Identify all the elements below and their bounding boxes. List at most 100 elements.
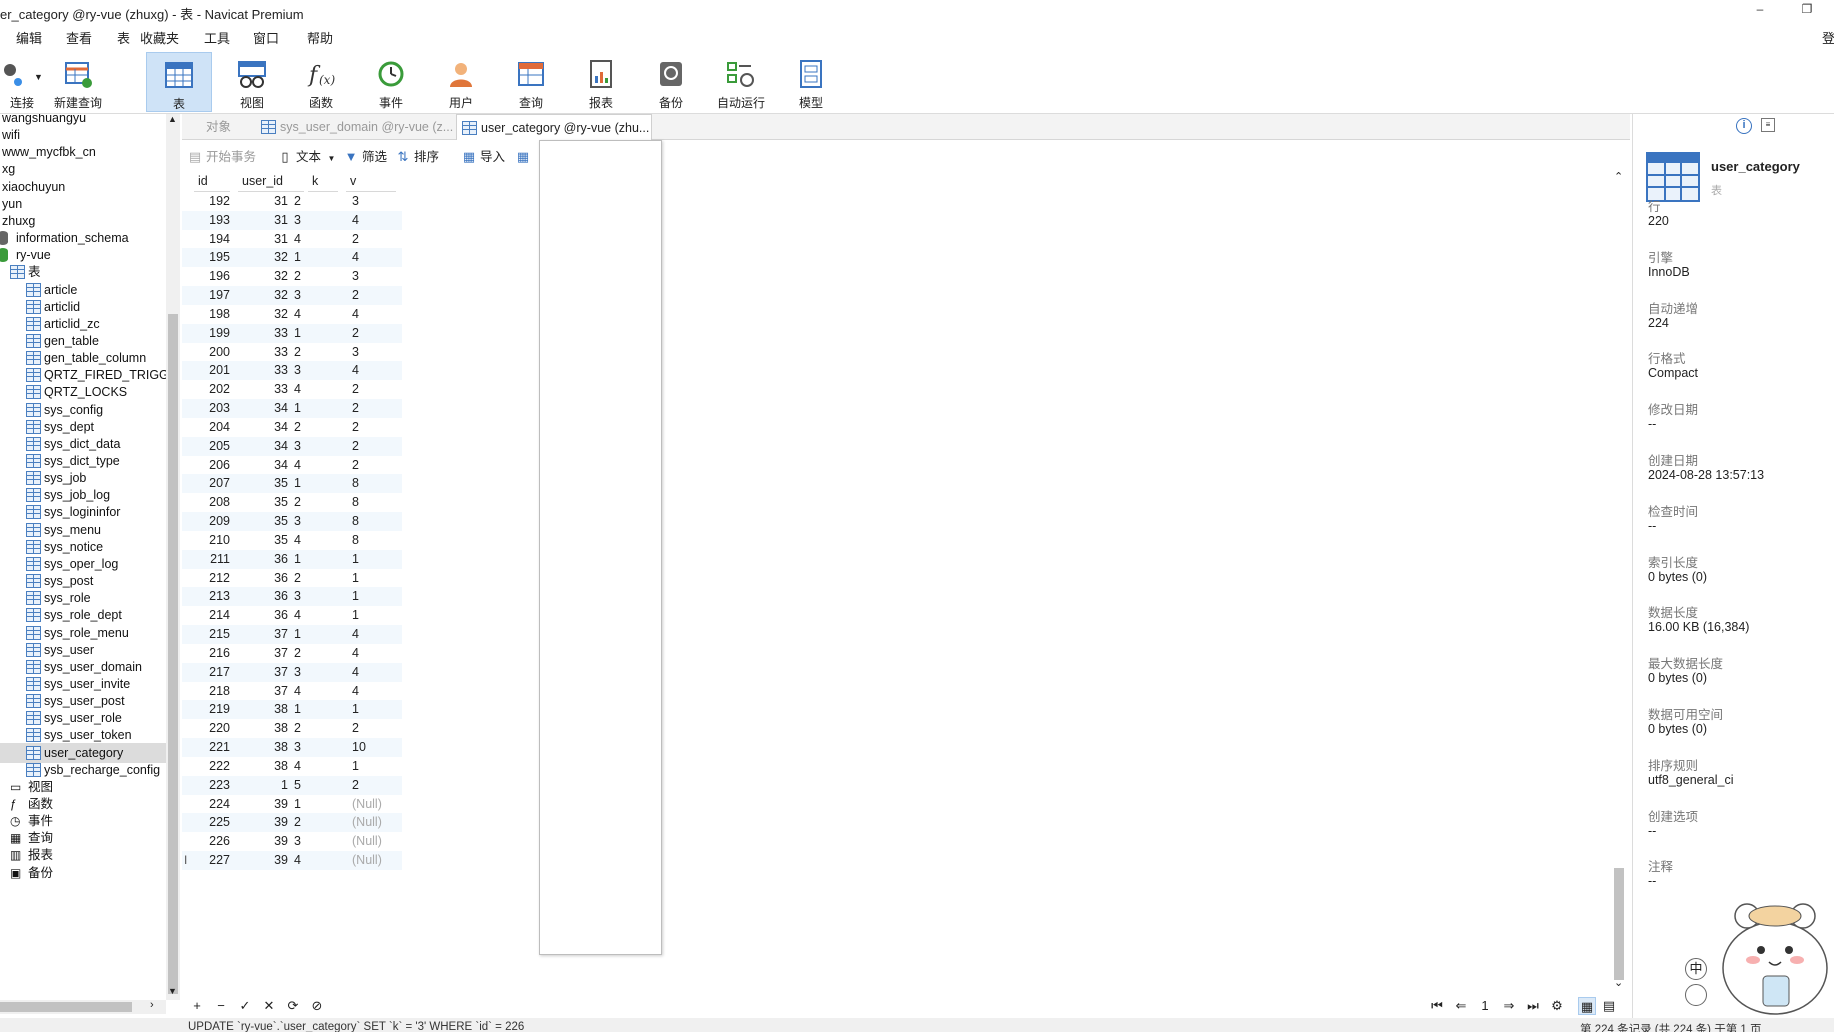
table-row[interactable]: 219 38 1 1 <box>182 700 402 720</box>
cell-k[interactable]: 4 <box>294 606 324 625</box>
cell-k[interactable]: 4 <box>294 851 324 870</box>
table-row[interactable]: 201 33 3 4 <box>182 361 402 381</box>
cell-id[interactable]: 217 <box>194 663 230 682</box>
cell-v[interactable]: (Null) <box>352 832 392 851</box>
cell-k[interactable]: 4 <box>294 380 324 399</box>
tree-folder-5[interactable]: ▣ 备份 <box>0 863 166 883</box>
scroll-up-icon[interactable]: ⌃ <box>1614 170 1623 183</box>
grid-scroll-thumb[interactable] <box>1614 868 1624 980</box>
scroll-down-icon[interactable]: ▼ <box>168 986 177 996</box>
cell-k[interactable]: 2 <box>294 493 324 512</box>
table-row[interactable]: 217 37 3 4 <box>182 662 402 682</box>
cell-id[interactable]: 225 <box>194 813 230 832</box>
cell-user-id[interactable]: 36 <box>238 606 288 625</box>
page-number[interactable]: 1 <box>1476 997 1494 1015</box>
export-button[interactable]: ▦ <box>516 148 534 166</box>
cell-k[interactable]: 3 <box>294 286 324 305</box>
cell-user-id[interactable]: 33 <box>238 343 288 362</box>
cell-k[interactable]: 2 <box>294 192 324 211</box>
column-header-v[interactable]: v <box>346 170 396 192</box>
cell-v[interactable]: 2 <box>352 719 392 738</box>
cell-user-id[interactable]: 33 <box>238 380 288 399</box>
cell-id[interactable]: 222 <box>194 757 230 776</box>
cell-user-id[interactable]: 35 <box>238 474 288 493</box>
cell-id[interactable]: 218 <box>194 682 230 701</box>
cell-id[interactable]: 197 <box>194 286 230 305</box>
cell-user-id[interactable]: 37 <box>238 625 288 644</box>
table-row[interactable]: 215 37 1 4 <box>182 625 402 644</box>
cell-user-id[interactable]: 36 <box>238 550 288 569</box>
cell-v[interactable]: 1 <box>352 757 392 776</box>
cell-id[interactable]: 198 <box>194 305 230 324</box>
cell-v[interactable]: 3 <box>352 192 392 211</box>
cell-k[interactable]: 4 <box>294 682 324 701</box>
cell-v[interactable]: 4 <box>352 663 392 682</box>
cell-v[interactable]: 2 <box>352 286 392 305</box>
cell-v[interactable]: 8 <box>352 531 392 550</box>
cell-k[interactable]: 2 <box>294 719 324 738</box>
cell-id[interactable]: 212 <box>194 569 230 588</box>
ime-indicator[interactable]: 中 <box>1685 958 1707 980</box>
first-page-icon[interactable]: ⏮ <box>1428 997 1446 1015</box>
cell-user-id[interactable]: 32 <box>238 267 288 286</box>
import-button[interactable]: ▦ 导入 <box>462 148 505 166</box>
cell-user-id[interactable]: 37 <box>238 644 288 663</box>
cell-k[interactable]: 3 <box>294 738 324 757</box>
toolbar-report-button[interactable]: 报表 <box>568 52 634 112</box>
table-row[interactable]: 195 32 1 4 <box>182 248 402 268</box>
column-header-k[interactable]: k <box>308 170 338 192</box>
table-row[interactable]: 203 34 1 2 <box>182 399 402 418</box>
table-row[interactable]: 223 1 5 2 <box>182 775 402 795</box>
cell-user-id[interactable]: 37 <box>238 682 288 701</box>
cell-id[interactable]: 219 <box>194 700 230 719</box>
cell-id[interactable]: 223 <box>194 776 230 795</box>
restore-button[interactable]: ❐ <box>1797 2 1817 20</box>
cell-k[interactable]: 4 <box>294 531 324 550</box>
toolbar-query-button[interactable]: 查询 <box>498 52 564 112</box>
column-header-user-id[interactable]: user_id <box>238 170 304 192</box>
cell-id[interactable]: 226 <box>194 832 230 851</box>
menu-edit[interactable]: 编辑 <box>16 28 42 47</box>
menu-help[interactable]: 帮助 <box>307 28 333 47</box>
toolbar-event-button[interactable]: 事件 <box>358 52 424 112</box>
table-row[interactable]: 205 34 3 2 <box>182 436 402 456</box>
menu-tools[interactable]: 工具 <box>204 28 230 47</box>
cell-id[interactable]: 214 <box>194 606 230 625</box>
cell-k[interactable]: 3 <box>294 361 324 380</box>
cell-v[interactable]: 2 <box>352 380 392 399</box>
tab-objects[interactable]: 对象 <box>182 114 232 140</box>
cell-v[interactable]: (Null) <box>352 813 392 832</box>
cell-k[interactable]: 1 <box>294 474 324 493</box>
table-row[interactable]: 216 37 2 4 <box>182 644 402 663</box>
discard-changes-button[interactable]: ✕ <box>260 997 278 1015</box>
cell-k[interactable]: 3 <box>294 832 324 851</box>
cell-id[interactable]: 224 <box>194 795 230 814</box>
table-row[interactable]: 194 31 4 2 <box>182 230 402 249</box>
cell-id[interactable]: 208 <box>194 493 230 512</box>
new-query-button[interactable]: 新建查询 <box>48 52 108 112</box>
cell-user-id[interactable]: 39 <box>238 795 288 814</box>
begin-transaction-button[interactable]: ▤ 开始事务 <box>188 148 256 166</box>
cell-k[interactable]: 2 <box>294 343 324 362</box>
table-row[interactable]: 202 33 4 2 <box>182 380 402 399</box>
cell-k[interactable]: 4 <box>294 305 324 324</box>
dropdown-popup[interactable] <box>539 140 662 955</box>
table-row[interactable]: 218 37 4 4 <box>182 682 402 701</box>
tree-scroll-thumb[interactable] <box>168 314 178 994</box>
cell-k[interactable]: 3 <box>294 587 324 606</box>
cell-user-id[interactable]: 32 <box>238 248 288 267</box>
cell-user-id[interactable]: 34 <box>238 418 288 437</box>
table-row[interactable]: 206 34 4 2 <box>182 456 402 475</box>
cell-id[interactable]: 207 <box>194 474 230 493</box>
cell-v[interactable]: 2 <box>352 776 392 795</box>
cell-k[interactable]: 1 <box>294 795 324 814</box>
cell-k[interactable]: 4 <box>294 757 324 776</box>
cell-v[interactable]: (Null) <box>352 795 392 814</box>
cell-user-id[interactable]: 38 <box>238 757 288 776</box>
cell-v[interactable]: 4 <box>352 682 392 701</box>
cell-user-id[interactable]: 38 <box>238 719 288 738</box>
cell-user-id[interactable]: 39 <box>238 832 288 851</box>
cell-k[interactable]: 2 <box>294 569 324 588</box>
table-row[interactable]: 193 31 3 4 <box>182 210 402 230</box>
scroll-right-icon[interactable]: › <box>150 999 154 1011</box>
